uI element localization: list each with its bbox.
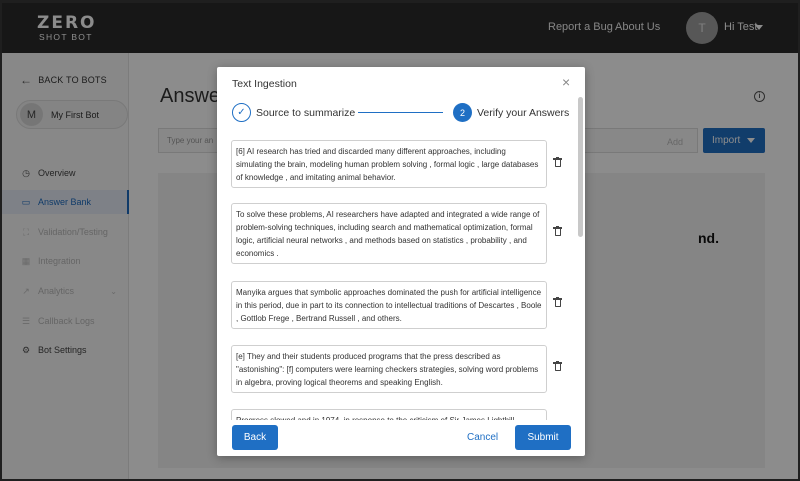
trash-icon[interactable]: [553, 296, 562, 308]
stepper-connector: [358, 112, 443, 113]
answer-text-field[interactable]: To solve these problems, AI researchers …: [231, 203, 547, 264]
close-icon[interactable]: ×: [562, 75, 570, 89]
answer-text-field[interactable]: [6] AI research has tried and discarded …: [231, 140, 547, 188]
step-source-to-summarize: Source to summarize: [256, 107, 356, 119]
cancel-button[interactable]: Cancel: [467, 432, 498, 443]
step-number: 2: [453, 103, 472, 122]
trash-icon[interactable]: [553, 156, 562, 168]
answer-text-field[interactable]: Manyika argues that symbolic approaches …: [231, 281, 547, 329]
submit-button[interactable]: Submit: [515, 425, 571, 450]
answer-text-field[interactable]: Progress slowed and in 1974, in response…: [231, 409, 547, 420]
app-frame: ZERO SHOT BOT Report a Bug About Us T Hi…: [0, 0, 800, 481]
back-button[interactable]: Back: [232, 425, 278, 450]
text-ingestion-dialog: Text Ingestion × ✓ Source to summarize 2…: [217, 67, 585, 456]
answer-text-field[interactable]: [e] They and their students produced pro…: [231, 345, 547, 393]
step-verify-answers: Verify your Answers: [477, 107, 570, 119]
check-icon: ✓: [232, 103, 251, 122]
trash-icon[interactable]: [553, 225, 562, 237]
dialog-title: Text Ingestion: [232, 78, 297, 90]
answer-list: [6] AI research has tried and discarded …: [217, 137, 585, 420]
trash-icon[interactable]: [553, 360, 562, 372]
scrollbar[interactable]: [578, 97, 583, 237]
